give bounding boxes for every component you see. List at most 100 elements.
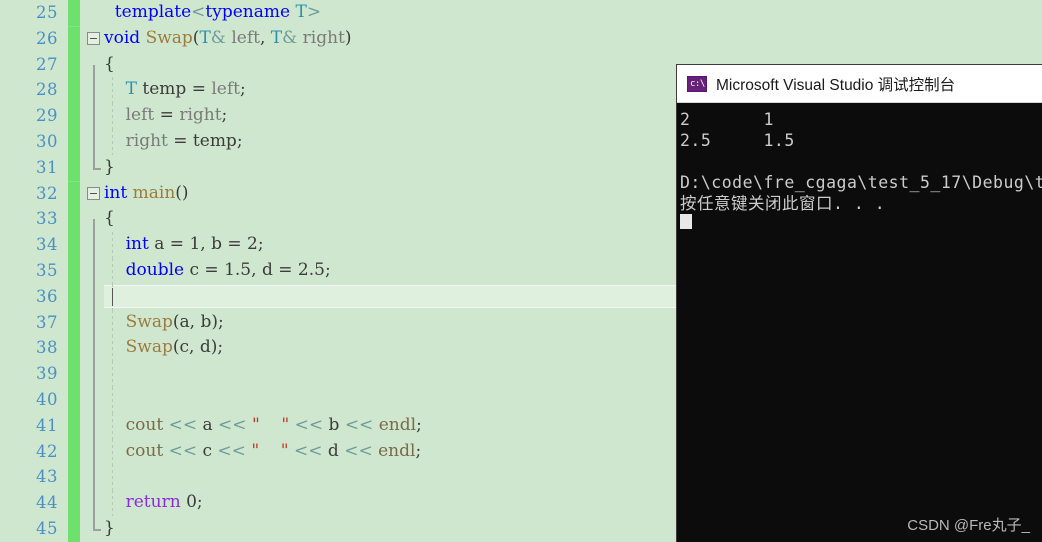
outline-vline (93, 335, 95, 362)
debug-console-window[interactable]: Microsoft Visual Studio 调试控制台 2 1 2.5 1.… (676, 64, 1042, 542)
line-number: 43 (36, 467, 58, 487)
line-number: 27 (36, 54, 58, 74)
console-line: 2 1 (680, 110, 774, 129)
outline-column (86, 387, 112, 413)
outline-vline (93, 103, 95, 129)
code-line[interactable]: 26 void Swap(T& left, T& right) (0, 25, 1042, 52)
code-line[interactable]: 25 template<typename T> (0, 0, 1042, 26)
line-number: 36 (36, 286, 58, 306)
outline-vline (93, 283, 95, 310)
console-app-icon (687, 75, 707, 92)
change-bar (68, 516, 80, 542)
outline-column (86, 361, 112, 387)
outline-vline (93, 464, 95, 491)
code-text: Swap(a, b); (125, 311, 224, 332)
outline-vline (93, 258, 95, 284)
line-number: 39 (36, 364, 58, 384)
line-number: 26 (36, 28, 58, 48)
indent-guide (112, 361, 113, 387)
code-text: right = temp; (125, 131, 243, 151)
change-bar (68, 180, 80, 207)
code-text: T temp = left; (125, 79, 246, 100)
line-number: 29 (36, 106, 58, 126)
change-bar (68, 283, 80, 310)
line-number: 42 (36, 441, 58, 461)
line-number: 34 (36, 235, 58, 255)
change-bar (68, 335, 80, 362)
change-bar (68, 154, 80, 181)
line-number: 37 (36, 312, 58, 332)
change-bar (68, 51, 80, 78)
outline-vline (93, 309, 95, 336)
code-text: { (104, 53, 115, 74)
code-text: cout << a << " " << b << endl; (125, 414, 422, 435)
indent-guide (112, 464, 113, 491)
change-bar (68, 206, 80, 233)
outline-vline (93, 64, 95, 78)
outline-vline (93, 129, 95, 155)
outline-vline (93, 438, 95, 465)
line-number: 44 (36, 493, 58, 513)
outline-vline (93, 387, 95, 413)
console-output-area[interactable]: 2 1 2.5 1.5 D:\code\fre_cgaga\test_5_17\… (677, 103, 1042, 542)
console-line: 按任意键关闭此窗口. . . (680, 194, 886, 213)
line-number: 30 (36, 132, 58, 151)
change-bar (68, 361, 80, 387)
indent-guide (112, 387, 113, 413)
outline-vline (93, 490, 95, 516)
console-titlebar[interactable]: Microsoft Visual Studio 调试控制台 (677, 65, 1042, 103)
code-text: void Swap(T& left, T& right) (104, 27, 352, 48)
change-bar (68, 25, 80, 52)
outline-vline (93, 361, 95, 387)
code-text: cout << c << " " << d << endl; (125, 440, 422, 461)
line-number: 33 (36, 209, 58, 229)
change-bar (68, 77, 80, 104)
line-number: 45 (36, 519, 58, 538)
line-number: 28 (36, 80, 58, 100)
code-text: double c = 1.5, d = 2.5; (125, 260, 331, 280)
outline-vline (93, 232, 95, 258)
line-number: 41 (36, 415, 58, 435)
change-bar (68, 412, 80, 439)
code-text: return 0; (125, 492, 203, 513)
change-bar (68, 309, 80, 336)
code-text: int main() (104, 182, 189, 203)
outline-column (86, 464, 112, 491)
change-bar (68, 464, 80, 491)
line-number: 40 (36, 390, 58, 409)
watermark: CSDN @Fre丸子_ (907, 517, 1030, 534)
change-bar (68, 103, 80, 129)
change-bar (68, 438, 80, 465)
outline-vline (93, 412, 95, 439)
collapse-minus-icon[interactable] (87, 186, 100, 200)
line-number: 32 (36, 183, 58, 203)
code-text: { (104, 208, 115, 229)
code-text: int a = 1, b = 2; (125, 234, 264, 255)
console-title: Microsoft Visual Studio 调试控制台 (716, 76, 956, 94)
change-bar (68, 0, 80, 26)
screenshot-root: 25 template<typename T> 26 void Swap(T& … (0, 0, 1042, 542)
line-number: 38 (36, 338, 58, 358)
code-text: left = right; (125, 105, 228, 126)
change-bar (68, 387, 80, 413)
outline-vline-end (93, 516, 101, 531)
console-cursor (680, 214, 692, 229)
text-caret (112, 287, 113, 306)
line-number: 35 (36, 261, 58, 280)
code-text: } (104, 156, 115, 177)
line-number: 25 (36, 3, 58, 22)
change-bar (68, 258, 80, 284)
console-line: D:\code\fre_cgaga\test_5_17\Debug\tes (680, 173, 1042, 192)
code-text: Swap(c, d); (125, 337, 224, 358)
console-line: 2.5 1.5 (680, 131, 795, 150)
change-bar (68, 129, 80, 155)
outline-vline (93, 77, 95, 104)
outline-vline (93, 219, 95, 233)
outline-vline-end (93, 154, 101, 170)
line-number: 31 (36, 157, 58, 177)
change-bar (68, 490, 80, 516)
code-text: } (104, 518, 115, 538)
collapse-minus-icon[interactable] (87, 31, 100, 45)
code-text: template<typename T> (104, 2, 322, 22)
